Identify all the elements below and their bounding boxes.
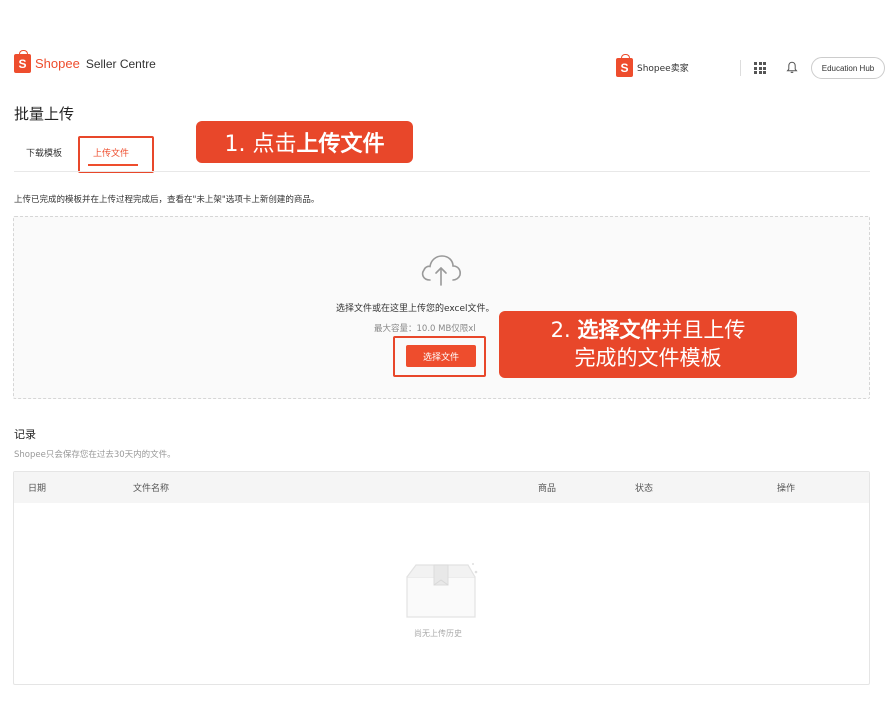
step1-bold: 上传文件 (296, 132, 385, 157)
column-header-products: 商品 (538, 484, 557, 494)
dropzone-size-limit: 最大容量：10.0 MB仅限xl (374, 324, 476, 334)
step2-line1-rest: 并且上传 (661, 318, 746, 342)
page-title: 批量上传 (14, 105, 75, 123)
step2-line1: 2. 选择文件并且上传 (499, 316, 797, 344)
step2-line2: 完成的文件模板 (574, 346, 722, 370)
shopee-seller-centre-logo[interactable]: S Shopee Seller Centre (14, 50, 156, 73)
column-header-date: 日期 (28, 484, 47, 494)
cloud-upload-icon (421, 255, 461, 286)
upload-hint-text: 上传已完成的模板并在上传过程完成后，查看在"未上架"选项卡上新创建的商品。 (14, 195, 320, 205)
column-header-actions: 操作 (777, 484, 796, 494)
seller-account-label: Shopee卖家 (637, 64, 689, 74)
shopee-bag-icon: S (14, 50, 31, 73)
empty-box-icon (406, 563, 478, 618)
tabs-divider (14, 171, 870, 172)
empty-state-text: 尚无上传历史 (414, 629, 462, 638)
brand-name: Shopee (35, 56, 80, 71)
step1-callout: 1. 点击 上传文件 (196, 121, 413, 163)
education-hub-button[interactable]: Education Hub (811, 57, 885, 79)
tab-download-template[interactable]: 下载模板 (26, 146, 62, 159)
step1-prefix: 1. 点击 (224, 132, 297, 157)
top-header: S Shopee Seller Centre S Shopee卖家 Educat… (0, 0, 885, 100)
records-table-header: 日期 文件名称 商品 状态 操作 (14, 472, 869, 503)
dropzone-instructions: 选择文件或在这里上传您的excel文件。 (336, 304, 495, 314)
apps-grid-icon[interactable] (754, 62, 766, 74)
records-title: 记录 (14, 428, 36, 441)
column-header-status: 状态 (635, 484, 654, 494)
step2-callout: 2. 选择文件并且上传 完成的文件模板 (499, 311, 797, 378)
step2-prefix: 2. (550, 318, 578, 342)
shopee-seller-account[interactable]: S Shopee卖家 (616, 54, 689, 77)
step2-bold: 选择文件 (577, 318, 662, 342)
records-subtitle: Shopee只会保存您在过去30天内的文件。 (14, 450, 176, 460)
column-header-file-name: 文件名称 (133, 484, 170, 494)
notification-bell-icon[interactable] (786, 61, 798, 74)
tab-highlight-box (78, 136, 154, 173)
header-divider (740, 60, 741, 76)
brand-subtitle: Seller Centre (85, 56, 156, 71)
shopee-seller-bag-icon: S (616, 54, 633, 77)
select-file-button[interactable]: 选择文件 (406, 345, 476, 367)
